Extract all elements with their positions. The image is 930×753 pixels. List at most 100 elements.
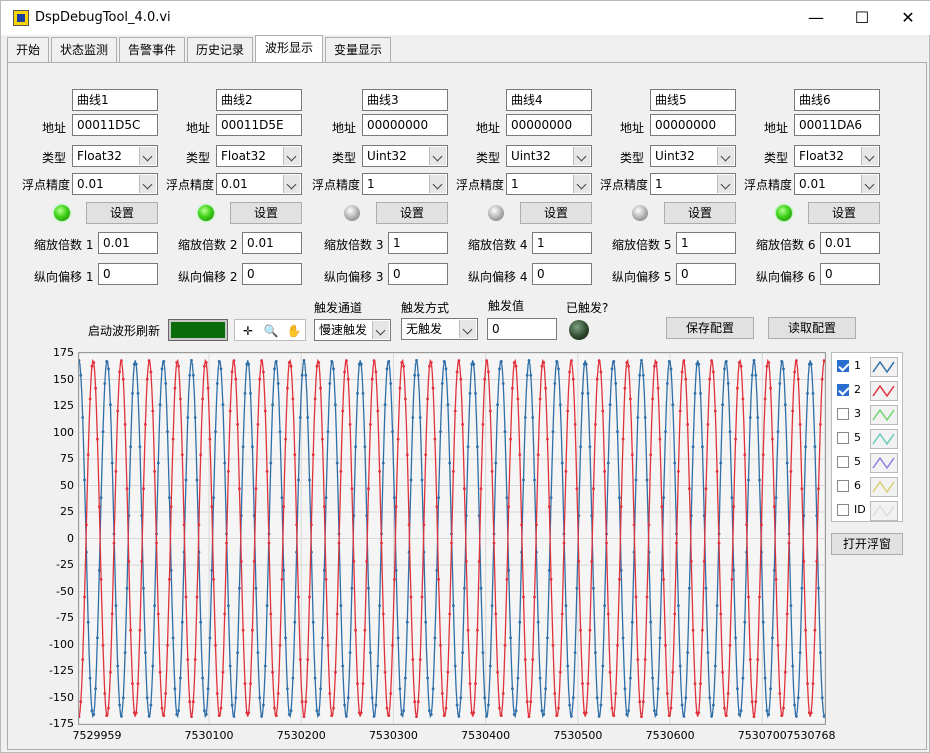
data-point <box>374 370 378 374</box>
offset-input[interactable]: 0 <box>532 263 592 285</box>
trigger-channel-select[interactable]: 慢速触发 <box>314 319 391 341</box>
legend-visibility-checkbox[interactable] <box>837 408 849 420</box>
curve-name-field[interactable]: 曲线1 <box>72 89 158 111</box>
crosshair-cursor-icon[interactable]: ✛ <box>238 322 258 340</box>
legend-visibility-checkbox[interactable] <box>837 504 849 516</box>
data-point <box>566 664 570 668</box>
offset-label: 纵向偏移 5 <box>612 270 672 284</box>
data-point <box>369 651 372 654</box>
precision-select[interactable]: 1 <box>506 173 592 195</box>
data-point <box>90 709 94 713</box>
tab-status-monitor[interactable]: 状态监测 <box>51 37 117 63</box>
offset-input[interactable]: 0 <box>676 263 736 285</box>
address-input[interactable]: 00011DA6 <box>794 114 880 136</box>
tab-waveform[interactable]: 波形显示 <box>255 35 323 63</box>
open-float-window-button[interactable]: 打开浮窗 <box>831 533 903 555</box>
data-point <box>273 367 276 371</box>
legend-visibility-checkbox[interactable] <box>837 480 849 492</box>
tab-variables[interactable]: 变量显示 <box>325 37 391 63</box>
type-select[interactable]: Float32 <box>216 145 302 167</box>
legend-entry[interactable]: 6 <box>832 475 904 499</box>
legend-visibility-checkbox[interactable] <box>837 456 849 468</box>
load-config-button[interactable]: 读取配置 <box>768 317 856 339</box>
data-point <box>300 700 304 704</box>
tab-start[interactable]: 开始 <box>7 37 49 63</box>
legend-visibility-checkbox[interactable] <box>837 360 849 372</box>
address-input[interactable]: 00000000 <box>506 114 592 136</box>
address-input[interactable]: 00011D5E <box>216 114 302 136</box>
legend-entry[interactable]: 2 <box>832 379 904 403</box>
scale-input[interactable]: 0.01 <box>98 232 158 254</box>
pan-hand-icon[interactable]: ✋ <box>284 322 304 340</box>
curve-name-field[interactable]: 曲线3 <box>362 89 448 111</box>
curve-name-field[interactable]: 曲线2 <box>216 89 302 111</box>
precision-select[interactable]: 1 <box>650 173 736 195</box>
data-point <box>313 397 317 401</box>
data-point <box>529 700 533 704</box>
data-point <box>785 612 789 616</box>
channel-set-button[interactable]: 设置 <box>664 202 736 224</box>
scale-input[interactable]: 1 <box>676 232 736 254</box>
data-point <box>153 604 156 607</box>
scale-input[interactable]: 0.01 <box>820 232 880 254</box>
legend-entry[interactable]: 1 <box>832 355 904 379</box>
data-point <box>234 696 238 700</box>
type-select[interactable]: Float32 <box>72 145 158 167</box>
trigger-mode-select[interactable]: 无触发 <box>401 318 478 340</box>
channel-set-button[interactable]: 设置 <box>808 202 880 224</box>
address-input[interactable]: 00000000 <box>650 114 736 136</box>
data-point <box>389 692 393 695</box>
channel-set-button[interactable]: 设置 <box>376 202 448 224</box>
tab-history[interactable]: 历史记录 <box>187 37 253 63</box>
legend-visibility-checkbox[interactable] <box>837 432 849 444</box>
scale-input[interactable]: 1 <box>388 232 448 254</box>
curve-name-field[interactable]: 曲线6 <box>794 89 880 111</box>
channel-set-button[interactable]: 设置 <box>86 202 158 224</box>
trigger-value-input[interactable]: 0 <box>487 318 557 340</box>
waveform-graph[interactable] <box>77 352 826 725</box>
data-point <box>490 470 494 473</box>
channel-set-button[interactable]: 设置 <box>520 202 592 224</box>
save-config-button[interactable]: 保存配置 <box>666 317 754 339</box>
data-point <box>804 628 807 632</box>
data-point <box>151 664 155 668</box>
offset-input[interactable]: 0 <box>820 263 880 285</box>
start-refresh-toggle[interactable] <box>168 319 228 341</box>
data-point <box>370 377 374 381</box>
data-point <box>426 397 429 401</box>
minimize-button[interactable]: — <box>793 1 839 35</box>
offset-input[interactable]: 0 <box>242 263 302 285</box>
legend-entry[interactable]: 5 <box>832 427 904 451</box>
channel-set-button[interactable]: 设置 <box>230 202 302 224</box>
precision-select[interactable]: 0.01 <box>72 173 158 195</box>
data-point <box>809 362 813 366</box>
data-point <box>274 714 278 717</box>
address-input[interactable]: 00000000 <box>362 114 448 136</box>
legend-visibility-checkbox[interactable] <box>837 384 849 396</box>
legend-entry[interactable]: 5 <box>832 451 904 475</box>
type-select[interactable]: Uint32 <box>506 145 592 167</box>
scale-input[interactable]: 0.01 <box>242 232 302 254</box>
curve-name-field[interactable]: 曲线4 <box>506 89 592 111</box>
offset-input[interactable]: 0 <box>388 263 448 285</box>
close-button[interactable]: ✕ <box>885 1 930 35</box>
address-input[interactable]: 00011D5C <box>72 114 158 136</box>
scale-input[interactable]: 1 <box>532 232 592 254</box>
offset-input[interactable]: 0 <box>98 263 158 285</box>
precision-select[interactable]: 1 <box>362 173 448 195</box>
maximize-button[interactable]: ☐ <box>839 1 885 35</box>
data-point <box>665 692 669 695</box>
type-select[interactable]: Uint32 <box>650 145 736 167</box>
precision-select[interactable]: 0.01 <box>216 173 302 195</box>
type-select[interactable]: Uint32 <box>362 145 448 167</box>
legend-entry[interactable]: ID <box>832 499 904 523</box>
data-point <box>145 377 149 381</box>
type-select[interactable]: Float32 <box>794 145 880 167</box>
curve-name-field[interactable]: 曲线5 <box>650 89 736 111</box>
zoom-icon[interactable]: 🔍 <box>261 322 281 340</box>
legend-entry[interactable]: 3 <box>832 403 904 427</box>
tab-alarm-events[interactable]: 告警事件 <box>119 37 185 63</box>
data-point <box>573 423 577 426</box>
precision-select[interactable]: 0.01 <box>794 173 880 195</box>
data-point <box>649 620 653 624</box>
